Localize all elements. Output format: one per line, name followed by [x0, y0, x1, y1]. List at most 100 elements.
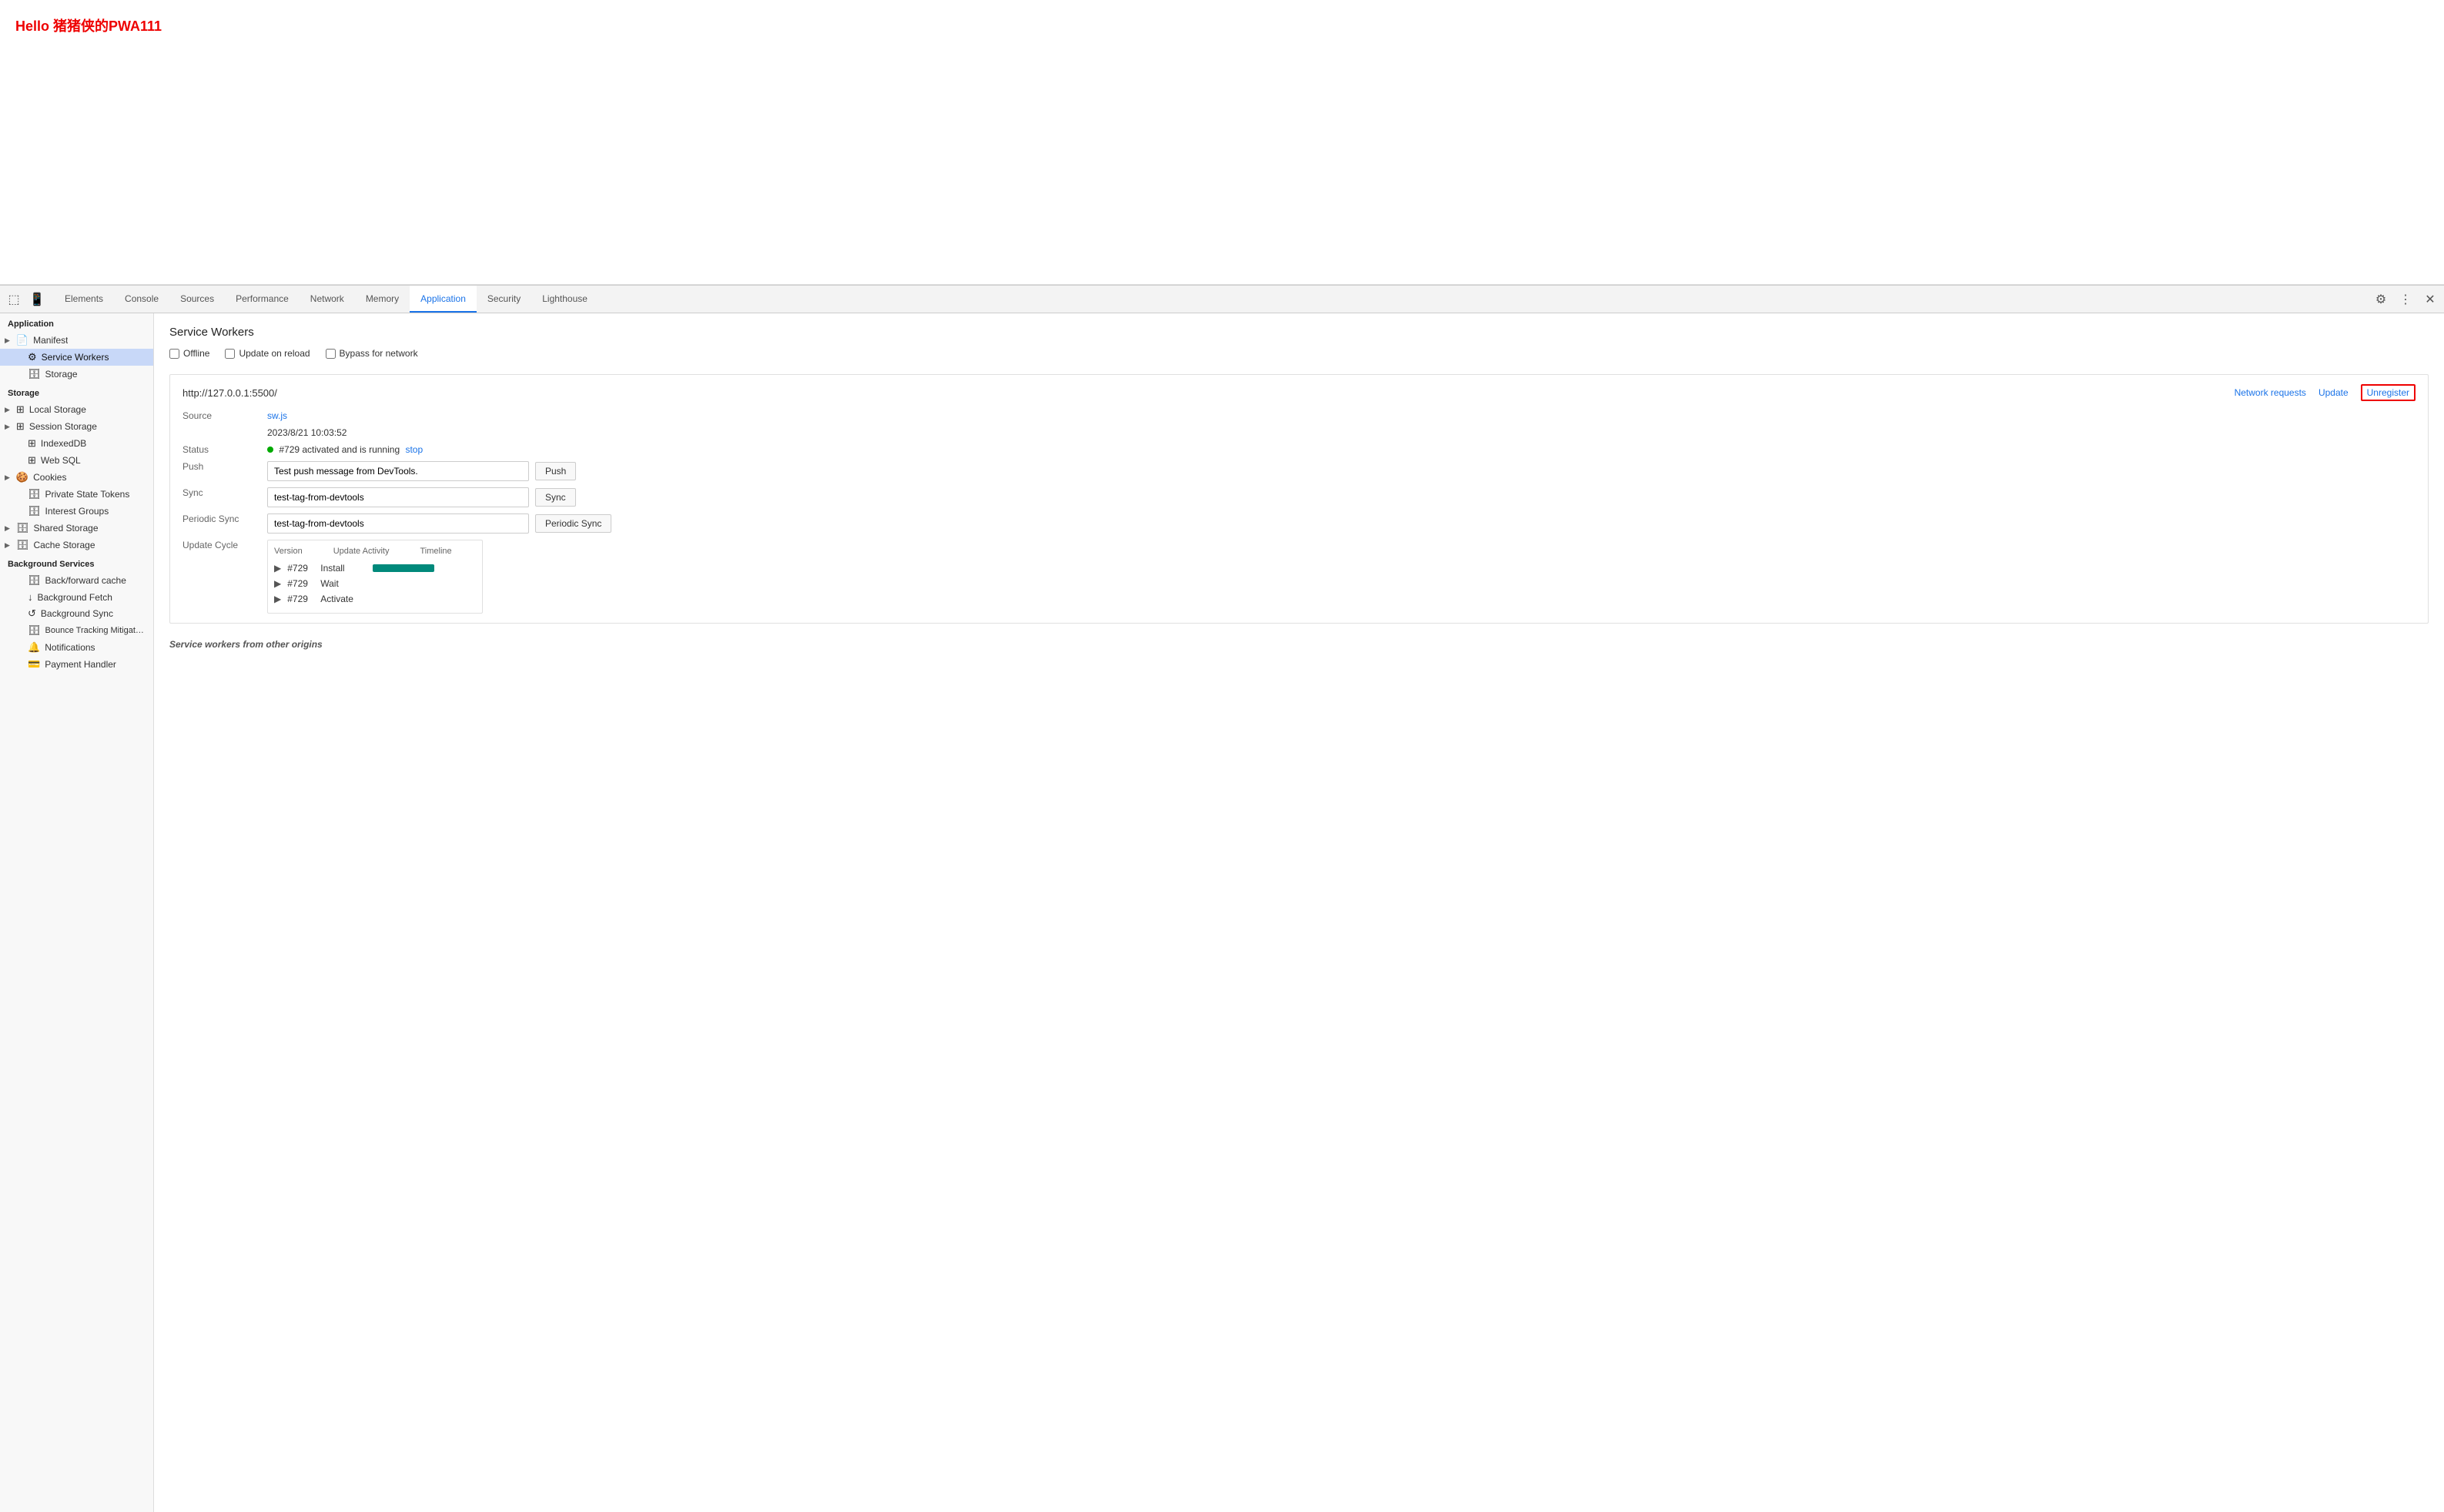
periodic-sync-input[interactable] [267, 513, 529, 534]
background-sync-label: Background Sync [41, 608, 113, 619]
sidebar-item-storage-main[interactable]: 🗄 Storage [0, 366, 153, 383]
manifest-icon: 📄 [16, 334, 28, 346]
sw-header: http://127.0.0.1:5500/ Network requests … [182, 384, 2416, 401]
uc-row-activate: ▶ #729 Activate [274, 591, 476, 607]
periodic-sync-input-row: Periodic Sync [267, 513, 2416, 534]
update-link[interactable]: Update [2318, 387, 2349, 398]
sidebar-item-service-workers[interactable]: ⚙ Service Workers [0, 349, 153, 366]
source-label: Source [182, 410, 267, 421]
devtools-main: Application ▶ 📄 Manifest ⚙ Service Worke… [0, 313, 2444, 1512]
local-storage-icon: ⊞ [16, 403, 25, 416]
tab-lighthouse[interactable]: Lighthouse [531, 286, 598, 313]
sidebar-item-shared-storage[interactable]: ▶ 🗄 Shared Storage [0, 520, 153, 537]
uc-col-activity: Update Activity [333, 547, 390, 556]
uc-activity-install: Install [320, 563, 367, 574]
storage-main-label: Storage [45, 369, 78, 380]
sidebar-item-indexeddb[interactable]: ⊞ IndexedDB [0, 435, 153, 452]
storage-main-icon: 🗄 [28, 368, 41, 380]
settings-button[interactable]: ⚙ [2370, 289, 2392, 310]
push-button[interactable]: Push [535, 462, 576, 480]
sync-input[interactable] [267, 487, 529, 507]
uc-bar-container-install [373, 564, 476, 572]
tab-security[interactable]: Security [477, 286, 531, 313]
tab-sources[interactable]: Sources [169, 286, 225, 313]
back-forward-cache-icon: 🗄 [28, 574, 41, 587]
private-state-tokens-icon: 🗄 [28, 488, 41, 500]
cache-storage-label: Cache Storage [33, 540, 95, 550]
content-title: Service Workers [169, 326, 2429, 339]
expand-arrow-shared-storage: ▶ [5, 524, 10, 533]
periodic-sync-label: Periodic Sync [182, 513, 267, 534]
sidebar-item-bounce-tracking[interactable]: 🗄 Bounce Tracking Mitigations [0, 622, 153, 639]
indexeddb-icon: ⊞ [28, 437, 36, 450]
push-label: Push [182, 461, 267, 481]
background-fetch-label: Background Fetch [38, 592, 112, 603]
sw-actions: Network requests Update Unregister [2235, 384, 2416, 401]
tab-elements[interactable]: Elements [54, 286, 114, 313]
periodic-sync-button[interactable]: Periodic Sync [535, 514, 611, 533]
service-workers-label: Service Workers [42, 352, 109, 363]
sidebar-item-notifications[interactable]: 🔔 Notifications [0, 639, 153, 656]
sidebar-item-session-storage[interactable]: ▶ ⊞ Session Storage [0, 418, 153, 435]
more-options-button[interactable]: ⋮ [2395, 289, 2416, 310]
tab-console[interactable]: Console [114, 286, 169, 313]
notifications-icon: 🔔 [28, 641, 40, 654]
status-label: Status [182, 444, 267, 455]
sidebar-item-back-forward-cache[interactable]: 🗄 Back/forward cache [0, 572, 153, 589]
offline-label: Offline [183, 348, 209, 359]
network-requests-link[interactable]: Network requests [2235, 387, 2306, 398]
sidebar-item-private-state-tokens[interactable]: 🗄 Private State Tokens [0, 486, 153, 503]
sidebar-item-manifest[interactable]: ▶ 📄 Manifest [0, 332, 153, 349]
close-devtools-button[interactable]: ✕ [2419, 289, 2441, 310]
tab-application[interactable]: Application [410, 286, 477, 313]
local-storage-label: Local Storage [29, 404, 86, 415]
uc-expand-activate[interactable]: ▶ [274, 594, 281, 604]
tab-performance[interactable]: Performance [225, 286, 300, 313]
shared-storage-icon: 🗄 [16, 522, 29, 534]
sidebar-item-background-fetch[interactable]: ↓ Background Fetch [0, 589, 153, 605]
uc-expand-wait[interactable]: ▶ [274, 578, 281, 589]
sidebar-item-background-sync[interactable]: ↺ Background Sync [0, 605, 153, 622]
inspect-element-button[interactable]: ⬚ [3, 289, 25, 310]
device-toolbar-button[interactable]: 📱 [26, 289, 48, 310]
tabs-bar-left-icons: ⬚ 📱 [3, 289, 48, 310]
status-text: #729 activated and is running [279, 444, 400, 455]
sidebar-item-cache-storage[interactable]: ▶ 🗄 Cache Storage [0, 537, 153, 554]
devtools-panel: ⬚ 📱 ElementsConsoleSourcesPerformanceNet… [0, 285, 2444, 1512]
uc-activity-activate: Activate [320, 594, 367, 604]
uc-expand-install[interactable]: ▶ [274, 563, 281, 574]
uc-activity-wait: Wait [320, 578, 367, 589]
cache-storage-icon: 🗄 [16, 539, 29, 551]
indexeddb-label: IndexedDB [41, 438, 86, 449]
push-input[interactable] [267, 461, 529, 481]
background-fetch-icon: ↓ [28, 591, 33, 603]
tab-memory[interactable]: Memory [355, 286, 410, 313]
sidebar-item-payment-handler[interactable]: 💳 Payment Handler [0, 656, 153, 673]
bypass-for-network-option[interactable]: Bypass for network [326, 348, 418, 359]
other-origins-text: Service workers from other origins [169, 639, 323, 650]
update-on-reload-checkbox[interactable] [225, 349, 235, 359]
tab-network[interactable]: Network [300, 286, 355, 313]
payment-handler-label: Payment Handler [45, 659, 116, 670]
cookies-label: Cookies [33, 472, 66, 483]
sync-button[interactable]: Sync [535, 488, 576, 507]
sidebar: Application ▶ 📄 Manifest ⚙ Service Worke… [0, 313, 154, 1512]
web-sql-label: Web SQL [41, 455, 81, 466]
background-sync-icon: ↺ [28, 607, 36, 620]
bypass-for-network-checkbox[interactable] [326, 349, 336, 359]
sidebar-item-cookies[interactable]: ▶ 🍪 Cookies [0, 469, 153, 486]
offline-checkbox[interactable] [169, 349, 179, 359]
update-on-reload-option[interactable]: Update on reload [225, 348, 310, 359]
expand-arrow-session-storage: ▶ [5, 423, 10, 431]
unregister-link[interactable]: Unregister [2361, 384, 2416, 401]
offline-option[interactable]: Offline [169, 348, 209, 359]
sidebar-item-interest-groups[interactable]: 🗄 Interest Groups [0, 503, 153, 520]
uc-version-install: #729 [287, 563, 314, 574]
stop-link[interactable]: stop [405, 444, 423, 455]
sidebar-item-web-sql[interactable]: ⊞ Web SQL [0, 452, 153, 469]
page-title: Hello 猪猪侠的PWA111 [15, 18, 162, 34]
sw-js-link[interactable]: sw.js [267, 410, 287, 421]
sidebar-item-local-storage[interactable]: ▶ ⊞ Local Storage [0, 401, 153, 418]
payment-handler-icon: 💳 [28, 658, 40, 671]
bounce-tracking-icon: 🗄 [28, 624, 41, 637]
